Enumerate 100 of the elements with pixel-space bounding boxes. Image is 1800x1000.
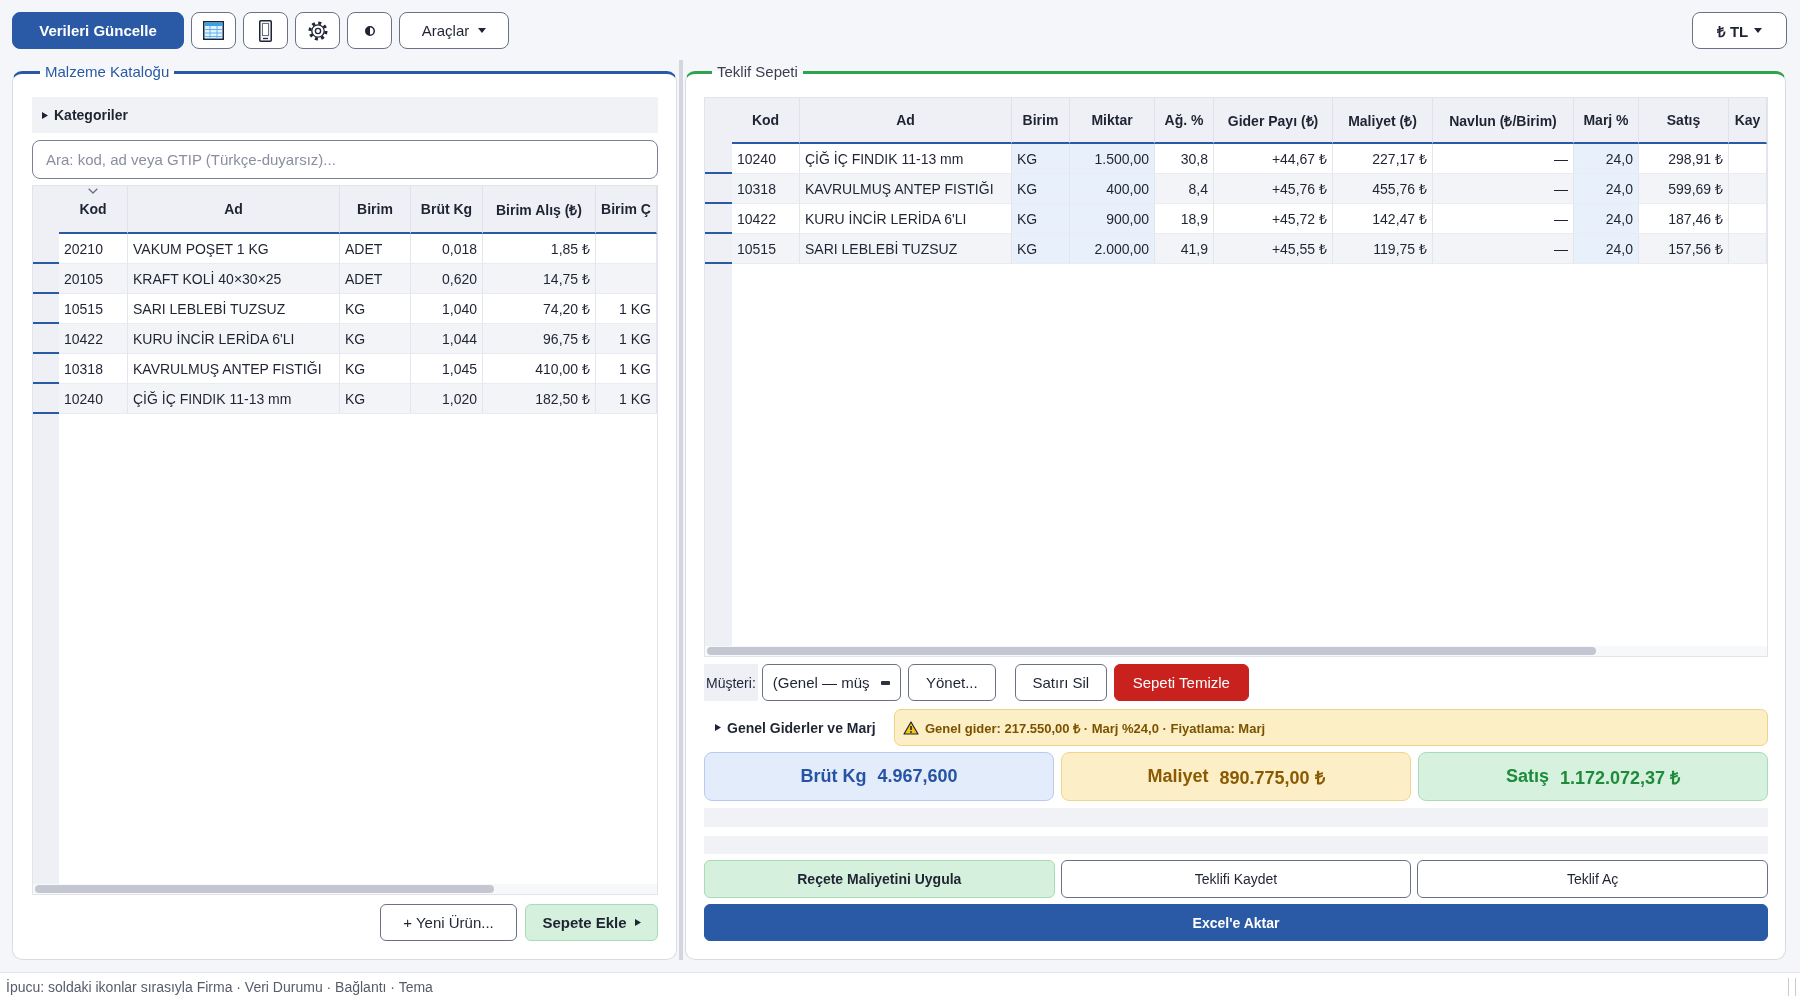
- table-cell: +44,67 ₺: [1214, 144, 1333, 174]
- table-cell: KG: [340, 384, 411, 414]
- table-cell: 10318: [59, 354, 128, 384]
- total-label: Satış: [1505, 766, 1549, 787]
- size-grip-icon: [1788, 977, 1796, 996]
- table-cell: 298,91 ₺: [1639, 144, 1729, 174]
- table-cell: 1 KG: [596, 354, 657, 384]
- table-cell: KRAFT KOLİ 40×30×25: [128, 264, 340, 294]
- row-header[interactable]: [33, 294, 59, 324]
- toolbar-button[interactable]: [295, 12, 340, 49]
- update-button[interactable]: Verileri Güncelle: [12, 12, 184, 49]
- total-value: 890.775,00 ₺: [1219, 766, 1325, 789]
- chevron-down-icon: [88, 188, 98, 194]
- panel-title: Teklif Sepeti: [716, 62, 799, 82]
- table-cell: SARI LEBLEBİ TUZSUZ: [128, 294, 340, 324]
- table-cell: 10422: [59, 324, 128, 354]
- toolbar-button[interactable]: [191, 12, 236, 49]
- field-label: Müşteri:: [704, 664, 758, 701]
- row-header[interactable]: [33, 354, 59, 384]
- table-cell: KAVRULMUŞ ANTEP FISTIĞI: [128, 354, 340, 384]
- table-cell: 1,020: [411, 384, 483, 414]
- table-cell: 10422: [732, 204, 800, 234]
- table-cell: ÇİĞ İÇ FINDIK 11-13 mm: [800, 144, 1012, 174]
- table-cell: 24,0: [1574, 204, 1639, 234]
- table-cell: 599,69 ₺: [1639, 174, 1729, 204]
- export-button[interactable]: Excel'e Aktar: [704, 904, 1768, 941]
- table-cell: +45,72 ₺: [1214, 204, 1333, 234]
- action-button[interactable]: Sepeti Temizle: [1113, 664, 1249, 701]
- new-product-button[interactable]: + Yeni Ürün...: [380, 904, 517, 941]
- action-button[interactable]: Reçete Maliyetini Uygula: [704, 860, 1055, 898]
- row-header[interactable]: [33, 264, 59, 294]
- toolbar-button[interactable]: [347, 12, 392, 49]
- expenses-toggle[interactable]: Genel Giderler ve Marj: [704, 709, 886, 746]
- table-cell: 10515: [732, 234, 800, 264]
- table-cell: 119,75 ₺: [1333, 234, 1433, 264]
- currency-menu-button[interactable]: ₺ TL: [1692, 12, 1787, 49]
- scrollbar-thumb[interactable]: [35, 885, 494, 893]
- window-grid-icon: [203, 21, 224, 40]
- table-cell: 24,0: [1574, 174, 1639, 204]
- status-text: İpucu: soldaki ikonlar sırasıyla Firma · Veri Durumu · Bağlantı · Tema: [6, 978, 433, 995]
- table-cell: 142,47 ₺: [1333, 204, 1433, 234]
- table-cell: 1 KG: [596, 384, 657, 414]
- right-triangle-icon: [634, 919, 641, 926]
- toolbar-button[interactable]: [243, 12, 288, 49]
- table-cell: 24,0: [1574, 234, 1639, 264]
- table-cell: KG: [340, 294, 411, 324]
- bar-icon: [880, 680, 890, 685]
- row-header[interactable]: [33, 234, 59, 264]
- splitter-handle[interactable]: [679, 60, 683, 960]
- row-header[interactable]: [33, 324, 59, 354]
- table-cell: 10240: [59, 384, 128, 414]
- horizontal-scrollbar[interactable]: [705, 646, 1767, 656]
- row-header[interactable]: [705, 144, 732, 174]
- table-cell: VAKUM POŞET 1 KG: [128, 234, 340, 264]
- contrast-icon: [364, 25, 375, 36]
- table-cell: 400,00: [1070, 174, 1155, 204]
- row-header[interactable]: [33, 384, 59, 414]
- table-cell: +45,76 ₺: [1214, 174, 1333, 204]
- table-cell: KG: [340, 324, 411, 354]
- row-header[interactable]: [705, 234, 732, 264]
- action-button[interactable]: Yönet...: [907, 664, 996, 701]
- action-button[interactable]: Teklif Aç: [1417, 860, 1768, 898]
- table-cell: 30,8: [1155, 144, 1214, 174]
- table-cell: KURU İNCİR LERİDA 6'LI: [800, 204, 1012, 234]
- tools-menu-button[interactable]: Araçlar: [399, 12, 509, 49]
- table-cell: 182,50 ₺: [483, 384, 596, 414]
- scrollbar-thumb[interactable]: [707, 647, 1596, 655]
- row-header[interactable]: [705, 174, 732, 204]
- table-cell: 10240: [732, 144, 800, 174]
- table-cell: 18,9: [1155, 204, 1214, 234]
- table-cell: 10515: [59, 294, 128, 324]
- table-cell: KG: [340, 354, 411, 384]
- table-cell: 1.500,00: [1070, 144, 1155, 174]
- table-cell: 24,0: [1574, 144, 1639, 174]
- total-label: Maliyet: [1147, 766, 1209, 787]
- table-cell: 41,9: [1155, 234, 1214, 264]
- action-button[interactable]: Satırı Sil: [1014, 664, 1107, 701]
- total-value: 4.967,600: [877, 766, 958, 787]
- table-cell: 1 KG: [596, 294, 657, 324]
- table-cell: +45,55 ₺: [1214, 234, 1333, 264]
- table-cell: KG: [1012, 144, 1070, 174]
- action-button[interactable]: Teklifi Kaydet: [1060, 860, 1412, 898]
- horizontal-scrollbar[interactable]: [33, 884, 657, 894]
- table-cell: ÇİĞ İÇ FINDIK 11-13 mm: [128, 384, 340, 414]
- warning-icon: [903, 720, 919, 735]
- add-to-cart-button[interactable]: Sepete Ekle: [525, 904, 658, 941]
- categories-toggle[interactable]: Kategoriler: [32, 97, 658, 133]
- table-cell: 1,85 ₺: [483, 234, 596, 264]
- search-field[interactable]: Ara: kod, ad veya GTIP (Türkçe-duyarsız)...: [32, 140, 658, 179]
- table-cell: 157,56 ₺: [1639, 234, 1729, 264]
- table-cell: KG: [1012, 204, 1070, 234]
- row-header[interactable]: [705, 204, 732, 234]
- table-cell: KG: [1012, 174, 1070, 204]
- table-cell: KG: [1012, 234, 1070, 264]
- customer-dropdown[interactable]: (Genel — müş: [761, 664, 901, 701]
- table-cell: 1,044: [411, 324, 483, 354]
- table-cell: 1 KG: [596, 324, 657, 354]
- table-cell: 1,040: [411, 294, 483, 324]
- table-cell: —: [1433, 204, 1574, 234]
- table-cell: 410,00 ₺: [483, 354, 596, 384]
